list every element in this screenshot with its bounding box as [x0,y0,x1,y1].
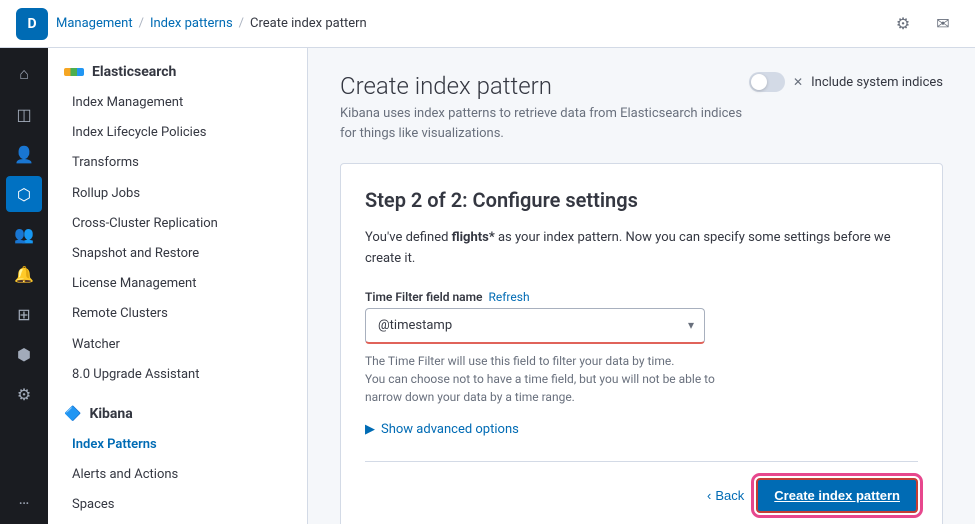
card-footer: ‹ Back Create index pattern [365,461,918,513]
create-index-pattern-button[interactable]: Create index pattern [756,478,918,513]
elasticsearch-icon [64,68,84,76]
sidebar-item-alerts-actions[interactable]: Alerts and Actions [48,460,307,490]
sidebar-item-license-management[interactable]: License Management [48,269,307,299]
rail-discover-icon[interactable]: ◫ [6,96,42,132]
back-chevron-icon: ‹ [707,488,711,503]
rail-user-icon[interactable]: 👤 [6,136,42,172]
timestamp-value: @timestamp [378,318,452,333]
kibana-icon: 🔷 [64,406,81,422]
time-filter-label: Time Filter field name Refresh [365,290,918,304]
app-logo[interactable]: D [16,8,48,40]
back-button[interactable]: ‹ Back [707,488,744,503]
sidebar-item-rollup-jobs[interactable]: Rollup Jobs [48,179,307,209]
elasticsearch-section-title: Elasticsearch [48,48,307,88]
sidebar-item-transforms[interactable]: Transforms [48,148,307,178]
show-advanced-options[interactable]: ▶ Show advanced options [365,422,918,437]
chevron-down-icon: ▾ [688,318,694,332]
refresh-link[interactable]: Refresh [489,290,530,304]
page-header: Create index pattern Kibana uses index p… [340,72,943,143]
sidebar-item-upgrade-assistant[interactable]: 8.0 Upgrade Assistant [48,360,307,390]
kibana-section-title: 🔷 Kibana [48,390,307,430]
top-navigation: D Management / Index patterns / Create i… [0,0,975,48]
mail-nav-button[interactable]: ✉ [927,8,959,40]
rail-management-icon[interactable]: ⬡ [6,176,42,212]
index-pattern-name: flights* [452,230,495,245]
sidebar-item-cross-cluster[interactable]: Cross-Cluster Replication [48,209,307,239]
rail-layers-icon[interactable]: ⊞ [6,296,42,332]
toggle-x-icon[interactable]: ✕ [793,75,803,89]
rail-graph-icon[interactable]: ⬢ [6,336,42,372]
main-content: Create index pattern Kibana uses index p… [308,48,975,524]
sidebar-item-spaces[interactable]: Spaces [48,490,307,520]
rail-more-icon[interactable]: … [6,480,42,516]
timestamp-select-wrapper: @timestamp ▾ [365,308,918,344]
breadcrumb-management[interactable]: Management [56,16,133,31]
sidebar-item-saved-objects[interactable]: Saved Objects [48,520,307,524]
chevron-right-icon: ▶ [365,422,375,437]
page-title: Create index pattern [340,72,749,100]
page-subtitle: Kibana uses index patterns to retrieve d… [340,104,749,143]
nav-icons: ⚙ ✉ [887,8,959,40]
settings-nav-button[interactable]: ⚙ [887,8,919,40]
breadcrumb-current: Create index pattern [250,16,367,31]
page-header-text: Create index pattern Kibana uses index p… [340,72,749,143]
sidebar-item-index-management[interactable]: Index Management [48,88,307,118]
sidebar: Elasticsearch Index Management Index Lif… [48,48,308,524]
include-system-label: Include system indices [811,75,943,90]
step-description: You've defined flights* as your index pa… [365,228,918,270]
include-system-toggle[interactable] [749,72,785,92]
breadcrumb: Management / Index patterns / Create ind… [56,16,367,31]
rail-home-icon[interactable]: ⌂ [6,56,42,92]
breadcrumb-index-patterns[interactable]: Index patterns [150,16,233,31]
sidebar-item-index-patterns[interactable]: Index Patterns [48,430,307,460]
field-hint: The Time Filter will use this field to f… [365,352,825,406]
step-title: Step 2 of 2: Configure settings [365,188,918,212]
rail-users-icon[interactable]: 👥 [6,216,42,252]
step-card: Step 2 of 2: Configure settings You've d… [340,163,943,524]
timestamp-select[interactable]: @timestamp ▾ [365,308,705,344]
sidebar-item-lifecycle-policies[interactable]: Index Lifecycle Policies [48,118,307,148]
sidebar-item-watcher[interactable]: Watcher [48,330,307,360]
rail-settings-icon[interactable]: ⚙ [6,376,42,412]
sidebar-item-snapshot-restore[interactable]: Snapshot and Restore [48,239,307,269]
rail-alert-icon[interactable]: 🔔 [6,256,42,292]
include-system-toggle-area: ✕ Include system indices [749,72,943,92]
icon-rail: ⌂ ◫ 👤 ⬡ 👥 🔔 ⊞ ⬢ ⚙ … [0,48,48,524]
sidebar-item-remote-clusters[interactable]: Remote Clusters [48,299,307,329]
main-layout: ⌂ ◫ 👤 ⬡ 👥 🔔 ⊞ ⬢ ⚙ … Elasticsearch Index … [0,48,975,524]
